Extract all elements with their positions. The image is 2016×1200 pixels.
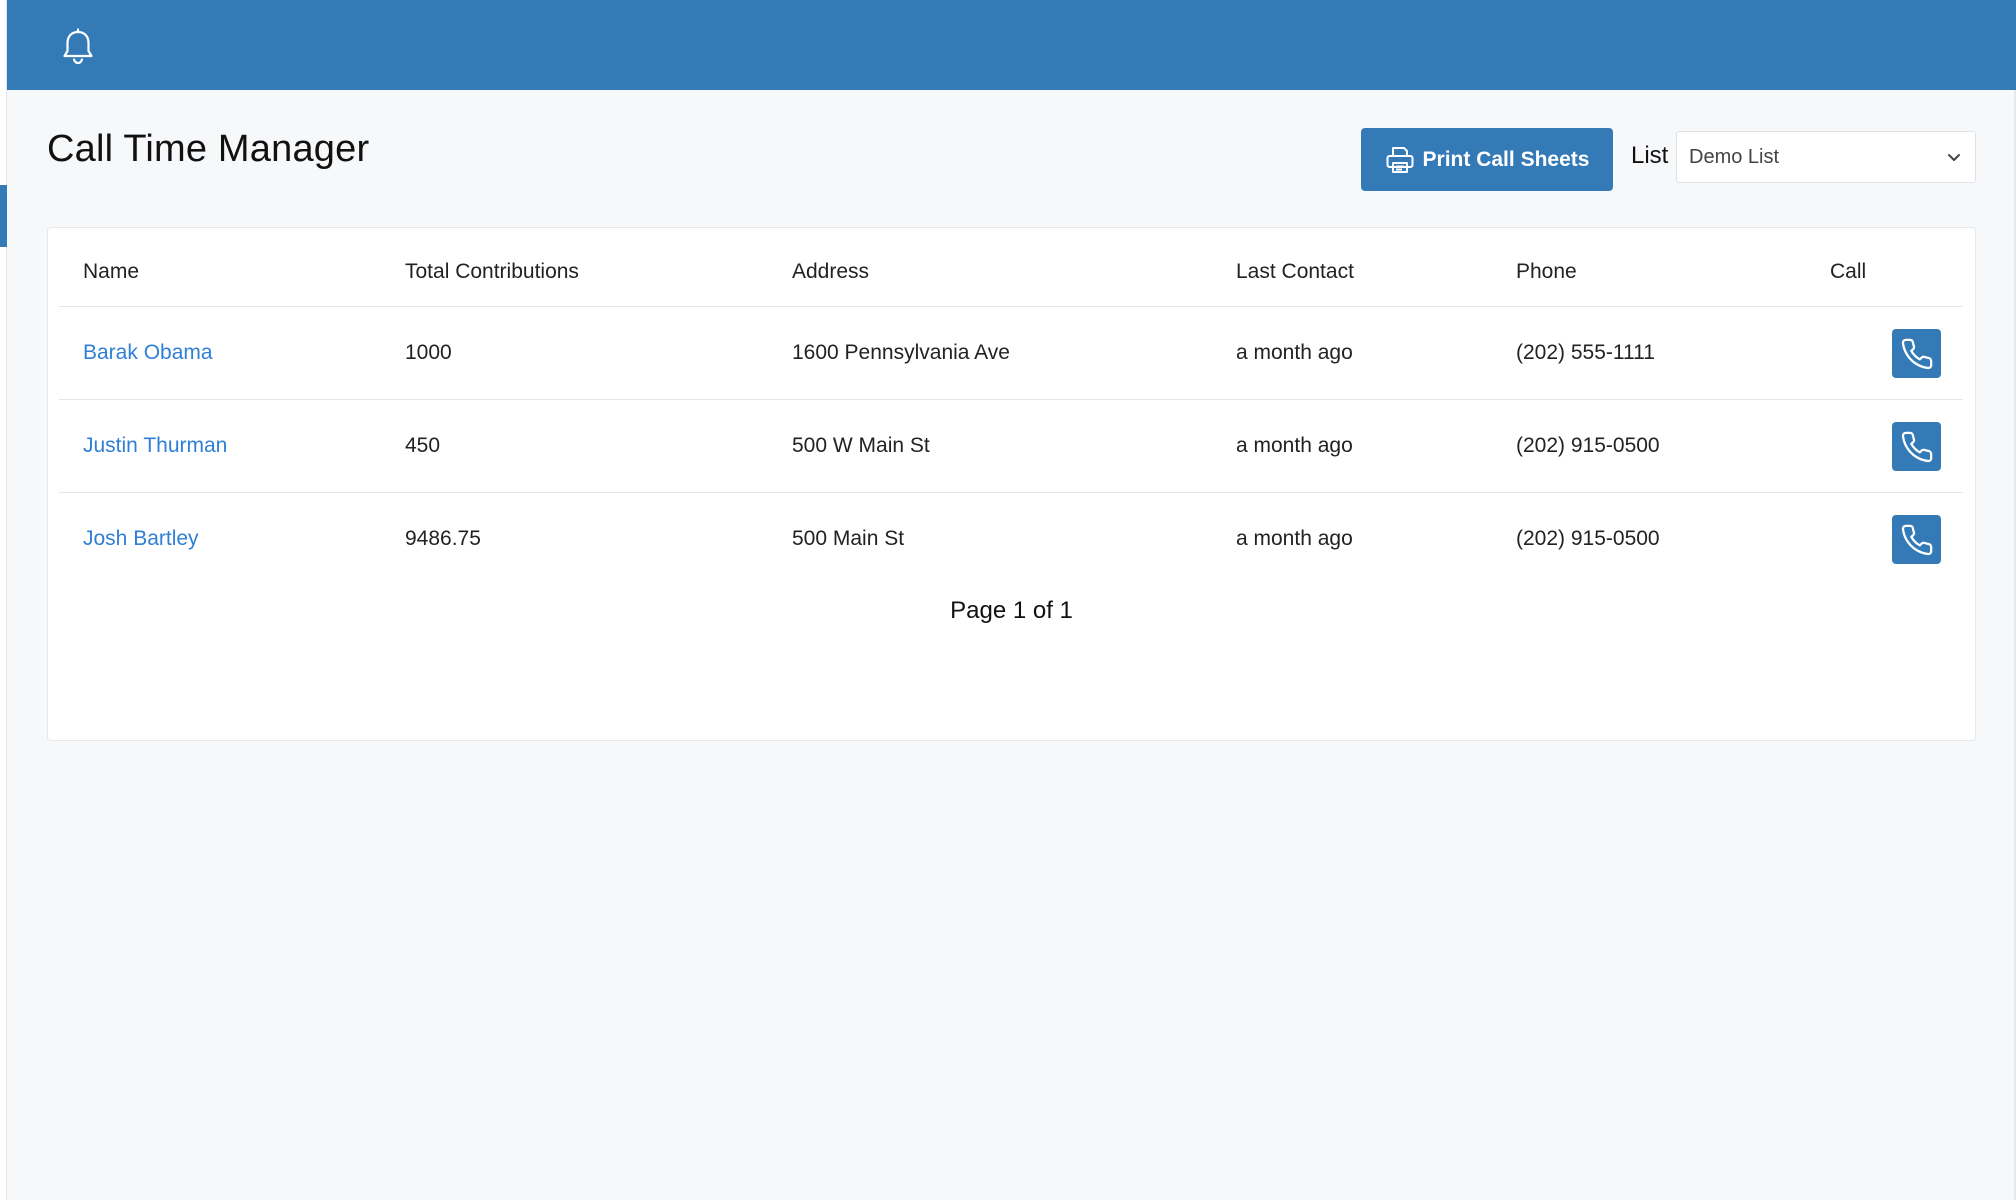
top-navbar [6, 0, 2016, 90]
contact-name-link[interactable]: Josh Bartley [83, 527, 199, 551]
list-label: List [1631, 142, 1669, 169]
sidebar-active-marker [0, 185, 7, 247]
table-row: Justin Thurman 450 500 W Main St a month… [59, 400, 1963, 493]
total-contributions-cell: 450 [405, 434, 441, 457]
chevron-down-icon [1945, 148, 1963, 172]
phone-cell: (202) 915-0500 [1516, 434, 1660, 457]
call-button[interactable] [1892, 329, 1941, 378]
bell-icon[interactable] [55, 24, 101, 70]
print-call-sheets-button[interactable]: Print Call Sheets [1361, 128, 1613, 191]
address-cell: 500 Main St [792, 527, 905, 550]
pagination-text: Page 1 of 1 [950, 597, 1073, 624]
column-header-last-contact: Last Contact [1236, 260, 1354, 283]
list-select[interactable]: Demo List [1676, 131, 1976, 183]
contact-name-link[interactable]: Barak Obama [83, 341, 213, 365]
last-contact-cell: a month ago [1236, 341, 1353, 364]
total-contributions-cell: 1000 [405, 341, 452, 364]
phone-icon [1901, 524, 1932, 555]
call-button[interactable] [1892, 515, 1941, 564]
printer-icon [1385, 145, 1415, 175]
phone-icon [1901, 338, 1932, 369]
column-header-total-contributions: Total Contributions [405, 260, 579, 283]
left-sidebar-strip [0, 0, 7, 1200]
table-row: Barak Obama 1000 1600 Pennsylvania Ave a… [59, 307, 1963, 400]
column-header-address: Address [792, 260, 870, 283]
table-row: Josh Bartley 9486.75 500 Main St a month… [59, 493, 1963, 585]
address-cell: 1600 Pennsylvania Ave [792, 341, 1010, 364]
column-header-name: Name [83, 260, 140, 283]
print-button-label: Print Call Sheets [1422, 147, 1590, 171]
call-button[interactable] [1892, 422, 1941, 471]
list-select-value: Demo List [1689, 145, 1780, 168]
last-contact-cell: a month ago [1236, 434, 1353, 457]
contacts-card: Name Total Contributions Address Last Co… [47, 227, 1976, 741]
column-header-call: Call [1830, 260, 1867, 283]
page-title: Call Time Manager [47, 128, 370, 170]
address-cell: 500 W Main St [792, 434, 930, 457]
phone-icon [1901, 431, 1932, 462]
phone-cell: (202) 555-1111 [1516, 341, 1655, 364]
contacts-table: Name Total Contributions Address Last Co… [59, 228, 1963, 585]
last-contact-cell: a month ago [1236, 527, 1353, 550]
table-header: Name Total Contributions Address Last Co… [59, 228, 1963, 307]
column-header-phone: Phone [1516, 260, 1577, 283]
total-contributions-cell: 9486.75 [405, 527, 481, 550]
contact-name-link[interactable]: Justin Thurman [83, 434, 227, 458]
phone-cell: (202) 915-0500 [1516, 527, 1660, 550]
